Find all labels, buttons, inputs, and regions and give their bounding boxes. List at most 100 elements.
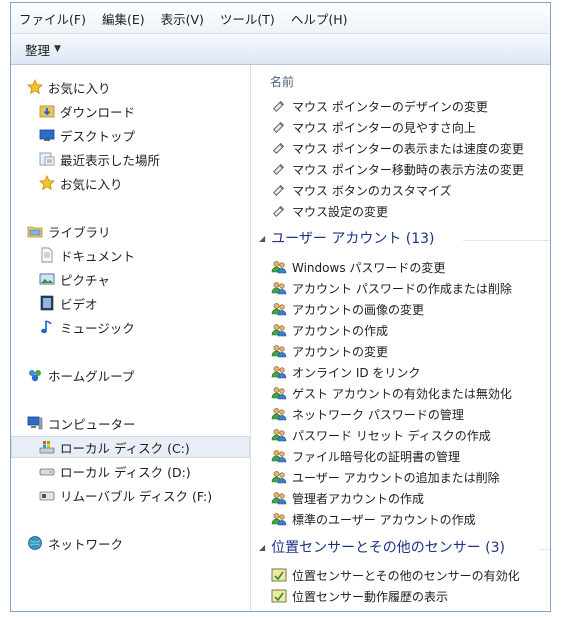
nav-item-drive-c[interactable]: ローカル ディスク (C:) <box>11 436 250 458</box>
nav-label: お気に入り <box>60 176 123 192</box>
collapse-caret-icon: ◢ <box>259 542 266 552</box>
star-icon <box>27 79 43 95</box>
nav-item-downloads[interactable]: ダウンロード <box>11 100 278 122</box>
menu-edit[interactable]: 編集(E) <box>102 9 145 28</box>
list-item[interactable]: マウス ポインターのデザインの変更 <box>271 96 488 116</box>
nav-computer[interactable]: コンピューター <box>11 412 266 434</box>
group-title: ユーザー アカウント (13) <box>271 231 435 247</box>
nav-item-drive-f[interactable]: リムーバブル ディスク (F:) <box>11 484 278 506</box>
list-item-label: 標準のユーザー アカウントの作成 <box>292 512 476 527</box>
user-accounts-icon <box>271 511 287 527</box>
list-item[interactable]: オンライン ID をリンク <box>271 362 420 382</box>
list-item[interactable]: 管理者アカウントの作成 <box>271 488 424 508</box>
video-icon <box>39 295 55 311</box>
list-item[interactable]: マウス ポインター移動時の表示方法の変更 <box>271 159 524 179</box>
nav-item-music[interactable]: ミュージック <box>11 316 278 338</box>
user-accounts-icon <box>271 448 287 464</box>
nav-label: ピクチャ <box>60 272 110 288</box>
list-item[interactable]: ユーザー アカウントの追加または削除 <box>271 467 500 487</box>
menu-tools[interactable]: ツール(T) <box>220 9 275 28</box>
nav-homegroup[interactable]: ホームグループ <box>11 364 266 386</box>
list-item[interactable]: 標準のユーザー アカウントの作成 <box>271 509 476 529</box>
list-item[interactable]: パスワード リセット ディスクの作成 <box>271 425 491 445</box>
list-item[interactable]: マウス ポインターの見やすさ向上 <box>271 117 476 137</box>
nav-item-documents[interactable]: ドキュメント <box>11 244 278 266</box>
list-item-label: 位置センサーとその他のセンサーの有効化 <box>292 568 520 583</box>
list-item[interactable]: ゲスト アカウントの有効化または無効化 <box>271 383 512 403</box>
nav-label: ドキュメント <box>60 248 136 264</box>
nav-label: ネットワーク <box>48 536 124 552</box>
homegroup-icon <box>27 367 43 383</box>
nav-label: ミュージック <box>60 320 135 336</box>
list-item-label: アカウントの画像の変更 <box>292 302 425 317</box>
user-accounts-icon <box>271 343 287 359</box>
list-item-label: アカウントの変更 <box>292 344 389 359</box>
list-item-label: Windows パスワードの変更 <box>292 260 446 275</box>
user-accounts-icon <box>271 490 287 506</box>
group-header-location-sensors[interactable]: ◢ 位置センサーとその他のセンサー (3) <box>259 536 505 558</box>
user-accounts-icon <box>271 469 287 485</box>
list-item[interactable]: マウス設定の変更 <box>271 201 388 221</box>
collapse-caret-icon: ◢ <box>259 233 266 243</box>
list-item-label: マウス ポインターの見やすさ向上 <box>292 120 476 135</box>
group-header-user-accounts[interactable]: ◢ ユーザー アカウント (13) <box>259 227 435 249</box>
list-item[interactable]: ファイル暗号化の証明書の管理 <box>271 446 460 466</box>
list-item[interactable]: アカウント パスワードの作成または削除 <box>271 278 512 298</box>
document-icon <box>39 247 55 263</box>
nav-item-favorites[interactable]: お気に入り <box>11 172 278 194</box>
nav-item-videos[interactable]: ビデオ <box>11 292 278 314</box>
nav-label: ホームグループ <box>48 368 135 384</box>
list-item[interactable]: 位置センサー動作履歴の表示 <box>271 586 448 606</box>
star-icon <box>39 175 55 191</box>
organize-button[interactable]: 整理 ▼ <box>25 40 61 59</box>
user-accounts-icon <box>271 427 287 443</box>
list-item-label: マウス ポインター移動時の表示方法の変更 <box>292 162 524 177</box>
nav-network[interactable]: ネットワーク <box>11 532 266 554</box>
picture-icon <box>39 271 55 287</box>
list-item[interactable]: マウス ポインターの表示または速度の変更 <box>271 138 524 158</box>
nav-label: ローカル ディスク (D:) <box>60 464 191 480</box>
location-sensor-icon <box>271 588 287 604</box>
user-accounts-icon <box>271 385 287 401</box>
recent-places-icon <box>39 151 55 167</box>
navigation-pane[interactable]: お気に入り ダウンロード デスクトップ 最近表示した場所 お気に入り ライブラリ… <box>11 65 251 611</box>
list-item[interactable]: アカウントの作成 <box>271 320 388 340</box>
user-accounts-icon <box>271 259 287 275</box>
list-item[interactable]: マウス ボタンのカスタマイズ <box>271 180 451 200</box>
group-divider <box>539 549 550 550</box>
list-item-label: パスワード リセット ディスクの作成 <box>292 428 491 443</box>
desktop-icon <box>39 127 55 143</box>
chevron-down-icon: ▼ <box>54 44 61 54</box>
nav-libraries[interactable]: ライブラリ <box>11 220 266 242</box>
nav-label: 最近表示した場所 <box>60 152 161 168</box>
nav-item-recent-places[interactable]: 最近表示した場所 <box>11 148 278 170</box>
nav-item-pictures[interactable]: ピクチャ <box>11 268 278 290</box>
mouse-pointer-icon <box>271 182 287 198</box>
menu-file[interactable]: ファイル(F) <box>19 9 86 28</box>
organize-label: 整理 <box>25 42 51 58</box>
user-accounts-icon <box>271 364 287 380</box>
menu-view[interactable]: 表示(V) <box>161 9 204 28</box>
nav-label: ローカル ディスク (C:) <box>60 440 190 456</box>
list-item[interactable]: Windows パスワードの変更 <box>271 257 445 277</box>
list-item[interactable]: アカウントの変更 <box>271 341 388 361</box>
list-item[interactable]: 位置センサーとその他のセンサーの有効化 <box>271 565 520 585</box>
hard-drive-icon <box>39 463 55 479</box>
mouse-pointer-icon <box>271 203 287 219</box>
nav-item-desktop[interactable]: デスクトップ <box>11 124 278 146</box>
nav-label: コンピューター <box>48 416 136 432</box>
music-note-icon <box>39 319 55 335</box>
nav-favorites[interactable]: お気に入り <box>11 76 266 98</box>
column-header-name[interactable]: 名前 <box>270 73 294 90</box>
location-sensor-icon <box>271 567 287 583</box>
downloads-folder-icon <box>39 103 55 119</box>
menu-help[interactable]: ヘルプ(H) <box>291 9 348 28</box>
mouse-pointer-icon <box>271 119 287 135</box>
explorer-window: ファイル(F) 編集(E) 表示(V) ツール(T) ヘルプ(H) 整理 ▼ お… <box>10 2 551 612</box>
list-item-label: ファイル暗号化の証明書の管理 <box>292 449 461 464</box>
content-pane[interactable]: 名前 マウス ポインターのデザインの変更マウス ポインターの見やすさ向上マウス … <box>251 65 550 611</box>
list-item[interactable]: アカウントの画像の変更 <box>271 299 424 319</box>
list-item[interactable]: ネットワーク パスワードの管理 <box>271 404 464 424</box>
list-item-label: ネットワーク パスワードの管理 <box>292 407 464 422</box>
nav-item-drive-d[interactable]: ローカル ディスク (D:) <box>11 460 278 482</box>
